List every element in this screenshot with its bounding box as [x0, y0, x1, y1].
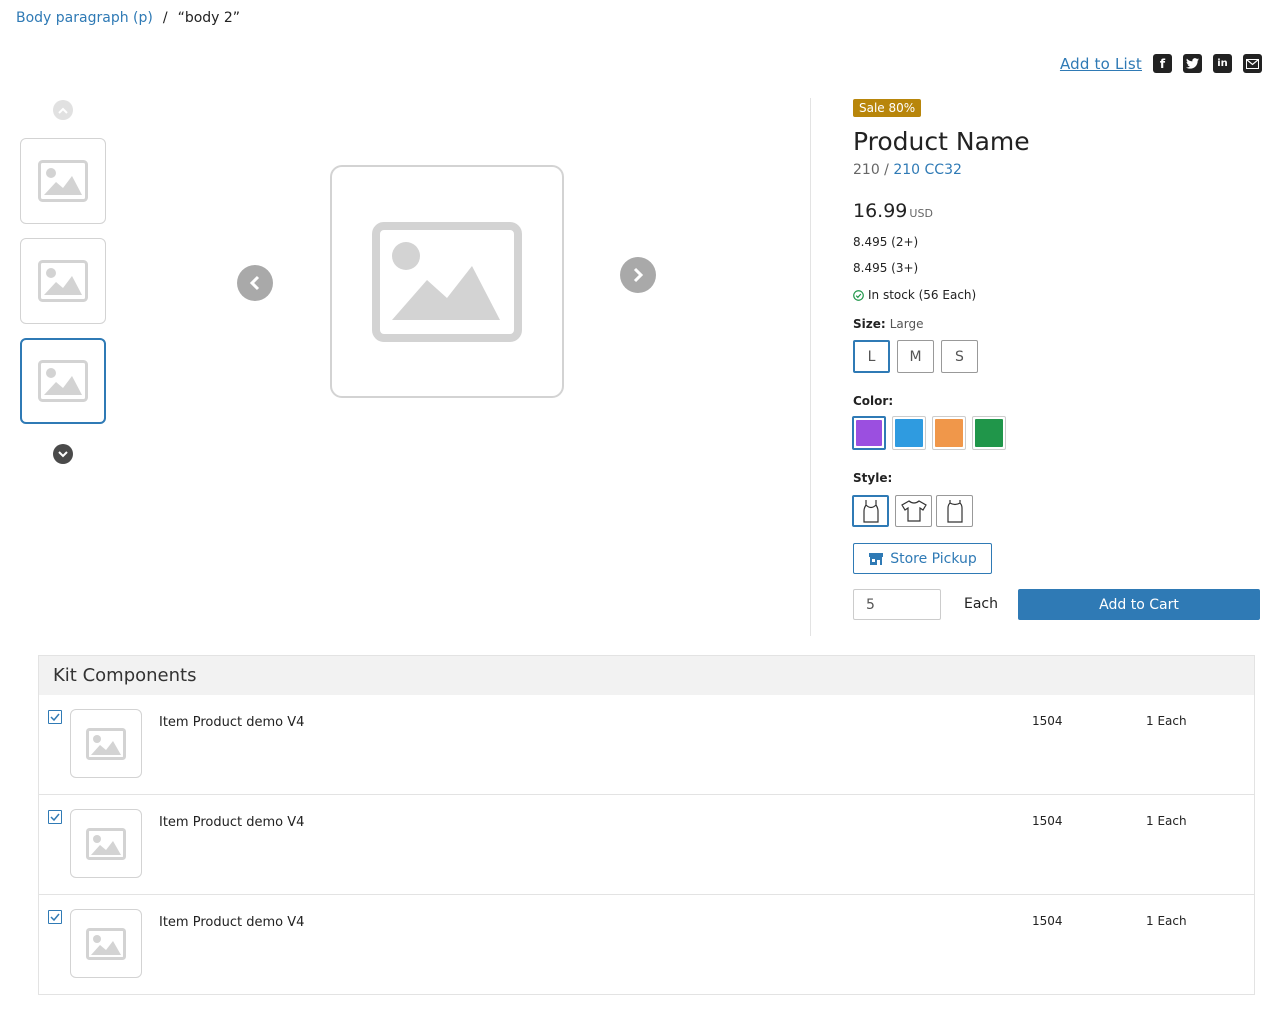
twitter-icon[interactable]	[1183, 54, 1202, 73]
size-option-m[interactable]: M	[897, 340, 934, 373]
breadcrumb: Body paragraph (p) / “body 2”	[16, 10, 240, 26]
price-tier-2: 8.495 (3+)	[853, 261, 919, 275]
email-icon[interactable]	[1243, 54, 1262, 73]
kit-checkbox[interactable]	[48, 810, 62, 824]
breadcrumb-link[interactable]: Body paragraph (p)	[16, 10, 153, 26]
kit-row: Item Product demo V4 1504 1 Each	[39, 895, 1254, 995]
product-sku: 210 / 210 CC32	[853, 162, 962, 178]
price-value: 16.99	[853, 200, 908, 222]
chevron-right-icon	[633, 267, 644, 283]
share-bar: Add to List f in	[1060, 54, 1262, 73]
kit-item-quantity: 1 Each	[1146, 714, 1187, 728]
tank-top-icon	[862, 500, 879, 523]
checkmark-icon	[50, 713, 60, 721]
previous-image-button[interactable]	[237, 265, 273, 301]
thumbnail-up-button[interactable]	[53, 100, 73, 120]
size-option-s[interactable]: S	[941, 340, 978, 373]
checkmark-icon	[50, 813, 60, 821]
swatch-fill	[935, 419, 963, 447]
breadcrumb-current: “body 2”	[177, 10, 241, 26]
kit-item-image[interactable]	[70, 809, 142, 878]
size-option-l[interactable]: L	[853, 340, 890, 373]
image-placeholder-icon	[38, 160, 88, 202]
style-option-t-shirt[interactable]	[895, 495, 932, 527]
sku-link[interactable]: 210 CC32	[893, 162, 962, 178]
checkmark-icon	[50, 913, 60, 921]
image-placeholder-icon	[38, 360, 88, 402]
kit-item-name: Item Product demo V4	[159, 915, 305, 930]
stock-status: In stock (56 Each)	[853, 288, 976, 302]
store-icon	[869, 552, 884, 565]
kit-components: Kit Components Item Product demo V4 1504…	[38, 655, 1255, 995]
thumbnail-2[interactable]	[20, 238, 106, 324]
kit-item-quantity: 1 Each	[1146, 914, 1187, 928]
unit-of-measure: Each	[964, 596, 998, 612]
size-label-text: Size:	[853, 317, 886, 331]
kit-item-number: 1504	[1032, 914, 1063, 928]
kit-components-title: Kit Components	[39, 656, 1254, 695]
chevron-up-icon	[58, 107, 68, 114]
kit-item-name: Item Product demo V4	[159, 715, 305, 730]
swatch-fill	[975, 419, 1003, 447]
vertical-divider	[810, 98, 811, 636]
check-circle-icon	[853, 289, 864, 301]
style-label: Style:	[853, 471, 893, 485]
style-option-tank-top[interactable]	[852, 495, 889, 527]
swatch-fill	[856, 420, 882, 446]
add-to-list-link[interactable]: Add to List	[1060, 55, 1142, 73]
t-shirt-icon	[900, 500, 927, 522]
store-pickup-button[interactable]: Store Pickup	[853, 543, 992, 574]
next-image-button[interactable]	[620, 257, 656, 293]
stock-text: In stock (56 Each)	[868, 288, 977, 302]
sale-badge: Sale 80%	[853, 99, 922, 117]
add-to-cart-button[interactable]: Add to Cart	[1018, 589, 1260, 620]
kit-item-image[interactable]	[70, 709, 142, 778]
price-tier-1: 8.495 (2+)	[853, 235, 919, 249]
product-name: Product Name	[853, 127, 1030, 156]
kit-item-number: 1504	[1032, 714, 1063, 728]
color-label: Color:	[853, 394, 894, 408]
breadcrumb-separator: /	[162, 10, 168, 26]
size-value: Large	[889, 317, 924, 331]
main-product-image[interactable]	[330, 165, 564, 398]
kit-checkbox[interactable]	[48, 910, 62, 924]
chevron-left-icon	[249, 275, 260, 291]
kit-item-name: Item Product demo V4	[159, 815, 305, 830]
kit-row: Item Product demo V4 1504 1 Each	[39, 795, 1254, 895]
image-placeholder-icon	[86, 827, 126, 860]
image-placeholder-icon	[372, 221, 522, 342]
quantity-input[interactable]	[853, 589, 941, 620]
color-swatch-green[interactable]	[972, 416, 1006, 450]
thumbnail-3[interactable]	[20, 338, 106, 424]
price-currency: USD	[909, 207, 933, 220]
store-pickup-label: Store Pickup	[890, 550, 977, 567]
color-swatch-purple[interactable]	[852, 416, 886, 450]
style-option-sleeveless[interactable]	[936, 495, 973, 527]
sleeveless-icon	[946, 500, 963, 523]
size-label: Size: Large	[853, 317, 923, 331]
color-swatch-orange[interactable]	[932, 416, 966, 450]
image-placeholder-icon	[38, 260, 88, 302]
kit-item-quantity: 1 Each	[1146, 814, 1187, 828]
chevron-down-icon	[58, 450, 68, 457]
thumbnail-down-button[interactable]	[53, 444, 73, 464]
image-placeholder-icon	[86, 927, 126, 960]
swatch-fill	[895, 419, 923, 447]
product-price: 16.99 USD	[853, 200, 933, 222]
color-swatch-blue[interactable]	[892, 416, 926, 450]
kit-checkbox[interactable]	[48, 710, 62, 724]
kit-item-number: 1504	[1032, 814, 1063, 828]
kit-item-image[interactable]	[70, 909, 142, 978]
linkedin-icon[interactable]: in	[1213, 54, 1232, 73]
facebook-icon[interactable]: f	[1153, 54, 1172, 73]
kit-row: Item Product demo V4 1504 1 Each	[39, 695, 1254, 795]
image-placeholder-icon	[86, 727, 126, 760]
sku-prefix: 210 /	[853, 162, 889, 178]
thumbnail-1[interactable]	[20, 138, 106, 224]
